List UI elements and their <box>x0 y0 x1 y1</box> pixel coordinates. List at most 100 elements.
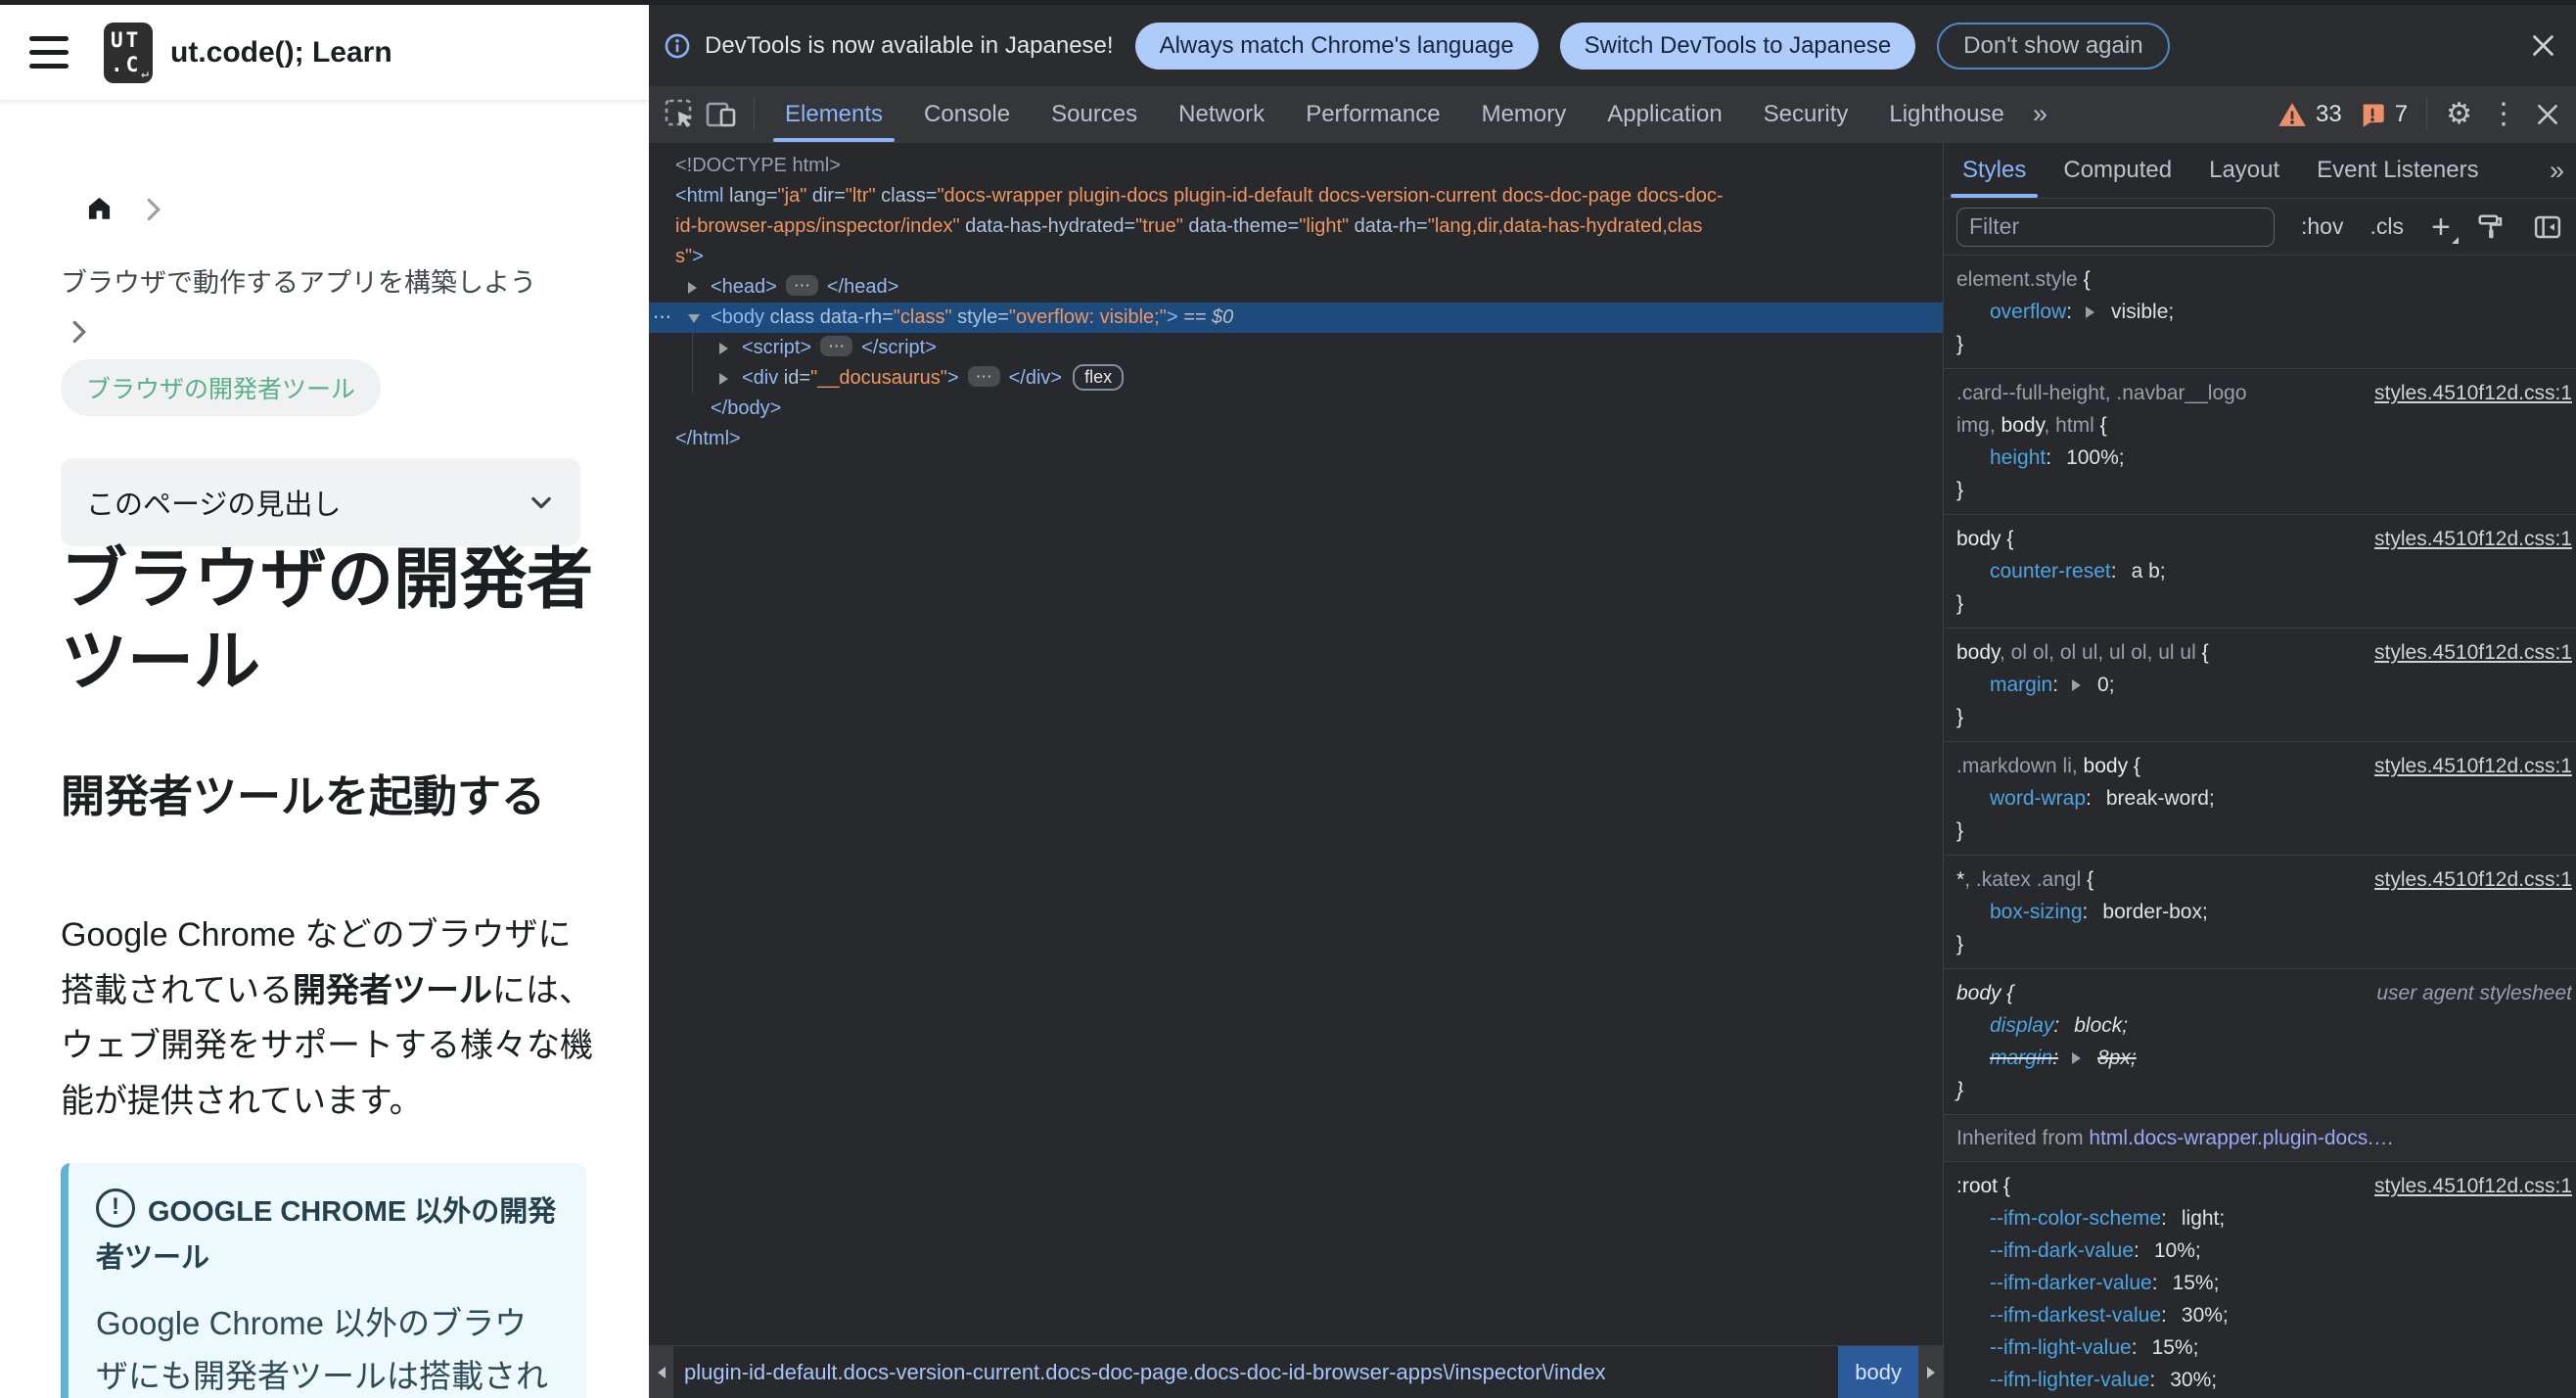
disclosure-right-icon[interactable] <box>688 282 697 294</box>
css-property[interactable]: box-sizing: border-box; <box>1944 896 2576 928</box>
dom-tree-row[interactable]: <!DOCTYPE html> <box>649 151 1943 181</box>
dom-tree-row[interactable]: id-browser-apps/inspector/index" data-ha… <box>649 211 1943 242</box>
css-property[interactable]: --ifm-color-scheme: light; <box>1944 1202 2576 1235</box>
breadcrumb-scroll-left-button[interactable] <box>649 1346 673 1398</box>
tab-sources[interactable]: Sources <box>1031 86 1158 142</box>
sidebar-tab-event-listeners[interactable]: Event Listeners <box>2298 143 2497 198</box>
rendering-brush-icon[interactable] <box>2476 212 2506 242</box>
dom-tree-row[interactable]: <head> ⋯ </head> <box>649 272 1943 303</box>
hamburger-menu-icon[interactable] <box>29 36 69 69</box>
breadcrumb-node-selected[interactable]: body <box>1838 1346 1918 1398</box>
sidebar-more-tabs-icon[interactable]: » <box>2550 156 2564 186</box>
disclosure-down-icon[interactable] <box>688 314 700 323</box>
toc-toggle-label: このページの見出し <box>86 489 342 521</box>
dom-tree-row[interactable]: </html> <box>649 424 1943 454</box>
notification-button-always-match-chrome-s-language[interactable]: Always match Chrome's language <box>1134 22 1539 70</box>
tab-memory[interactable]: Memory <box>1461 86 1587 142</box>
tab-network[interactable]: Network <box>1158 86 1285 142</box>
tab-application[interactable]: Application <box>1587 86 1742 142</box>
stylesheet-source-link[interactable]: styles.4510f12d.css:1 <box>2374 523 2572 555</box>
expand-ellipsis-button[interactable]: ⋯ <box>820 336 853 356</box>
tab-console[interactable]: Console <box>903 86 1031 142</box>
tab-elements[interactable]: Elements <box>764 86 903 142</box>
issues-icon[interactable] <box>2359 101 2386 128</box>
stylesheet-source-link[interactable]: styles.4510f12d.css:1 <box>2374 750 2572 782</box>
stylesheet-source-link[interactable]: styles.4510f12d.css:1 <box>2374 377 2572 409</box>
issue-count[interactable]: 7 <box>2395 101 2408 128</box>
warnings-icon[interactable] <box>2277 101 2307 128</box>
toggle-class[interactable]: .cls <box>2369 213 2404 240</box>
sidebar-tab-computed[interactable]: Computed <box>2045 143 2190 198</box>
flex-badge[interactable]: flex <box>1073 364 1125 391</box>
close-icon[interactable] <box>2530 32 2556 59</box>
dom-tree-row[interactable]: ⋯ <body class data-rh="class" style="over… <box>649 303 1943 333</box>
more-tabs-icon[interactable]: » <box>2033 99 2047 129</box>
css-rule: .markdown li, body {styles.4510f12d.css:… <box>1944 742 2576 856</box>
property-name: --ifm-dark-value <box>1990 1239 2135 1262</box>
sidebar-tab-layout[interactable]: Layout <box>2190 143 2298 198</box>
inherited-node-link[interactable]: html.docs-wrapper.plugin-docs.… <box>2089 1127 2394 1149</box>
code-segment: style= <box>951 306 1009 328</box>
stylesheet-source-link[interactable]: styles.4510f12d.css:1 <box>2374 1170 2572 1202</box>
new-style-rule-icon[interactable]: + <box>2431 210 2459 244</box>
kebab-menu-icon[interactable]: ⋮ <box>2489 99 2518 129</box>
toggle-hover-state[interactable]: :hov <box>2301 213 2343 240</box>
expand-value-icon[interactable] <box>2072 1052 2082 1064</box>
tab-performance[interactable]: Performance <box>1285 86 1460 142</box>
css-property[interactable]: --ifm-darkest-value: 30%; <box>1944 1299 2576 1331</box>
rule-close-brace: } <box>1956 706 1964 728</box>
property-name: --ifm-light-value <box>1990 1336 2132 1359</box>
css-property[interactable]: --ifm-light-value: 15%; <box>1944 1331 2576 1364</box>
dom-tree-row[interactable]: <script> ⋯ </script> <box>649 333 1943 363</box>
css-property[interactable]: --ifm-dark-value: 10%; <box>1944 1235 2576 1267</box>
stylesheet-source-link[interactable]: styles.4510f12d.css:1 <box>2374 863 2572 896</box>
device-toolbar-icon[interactable] <box>705 98 738 131</box>
property-colon: : <box>2149 1369 2156 1391</box>
site-logo[interactable]: UT .C ↵ <box>104 22 153 83</box>
inspect-element-icon[interactable] <box>664 98 697 131</box>
warning-count[interactable]: 33 <box>2316 101 2342 128</box>
home-icon[interactable] <box>86 195 113 221</box>
rule-selector[interactable]: img, body, html { <box>1944 409 2576 442</box>
tab-security[interactable]: Security <box>1743 86 1869 142</box>
expand-value-icon[interactable] <box>2086 306 2095 318</box>
toc-toggle[interactable]: このページの見出し <box>61 458 580 546</box>
stylesheet-source-link[interactable]: styles.4510f12d.css:1 <box>2374 636 2572 669</box>
notification-button-don-t-show-again[interactable]: Don't show again <box>1937 22 2170 70</box>
expand-value-icon[interactable] <box>2072 679 2082 691</box>
breadcrumb-item-current[interactable]: ブラウザの開発者ツール <box>61 359 382 416</box>
selector-segment: img, <box>1956 414 2001 437</box>
css-property[interactable]: margin: 8px; <box>1944 1042 2576 1074</box>
css-property[interactable]: --ifm-lighter-value: 30%; <box>1944 1364 2576 1396</box>
css-property[interactable]: counter-reset: a b; <box>1944 555 2576 587</box>
css-property[interactable]: --ifm-darker-value: 15%; <box>1944 1267 2576 1299</box>
settings-gear-icon[interactable]: ⚙ <box>2446 99 2472 129</box>
css-property[interactable]: margin: 0; <box>1944 669 2576 701</box>
tab-lighthouse[interactable]: Lighthouse <box>1868 86 2024 142</box>
disclosure-right-icon[interactable] <box>719 373 728 385</box>
dom-tree-row[interactable]: s"> <box>649 242 1943 272</box>
expand-ellipsis-button[interactable]: ⋯ <box>785 275 818 296</box>
css-property[interactable]: word-wrap: break-word; <box>1944 782 2576 815</box>
css-property[interactable]: overflow: visible; <box>1944 296 2576 328</box>
dom-tree-row[interactable]: <html lang="ja" dir="ltr" class="docs-wr… <box>649 181 1943 211</box>
breadcrumb-scroll-right-button[interactable] <box>1918 1346 1943 1398</box>
close-devtools-icon[interactable] <box>2535 102 2560 127</box>
breadcrumb-item-course[interactable]: ブラウザで動作するアプリを構築しよう <box>61 261 536 300</box>
code-segment: data-has-hydrated= <box>959 215 1136 237</box>
expand-ellipsis-button[interactable]: ⋯ <box>967 366 1000 387</box>
styles-filter-input[interactable] <box>1956 207 2275 247</box>
notification-button-switch-devtools-to-japanese[interactable]: Switch DevTools to Japanese <box>1559 22 1916 70</box>
css-property[interactable]: height: 100%; <box>1944 442 2576 474</box>
rule-selector[interactable]: element.style { <box>1944 263 2576 296</box>
row-options-icon[interactable]: ⋯ <box>653 303 672 333</box>
disclosure-right-icon[interactable] <box>719 343 728 354</box>
dom-tree-row[interactable]: </body> <box>649 394 1943 424</box>
selector-segment: body <box>2001 414 2045 437</box>
dom-tree-row[interactable]: <div id="__docusaurus"> ⋯ </div> flex <box>649 363 1943 394</box>
site-title[interactable]: ut.code(); Learn <box>170 36 392 70</box>
sidebar-tab-styles[interactable]: Styles <box>1944 143 2045 198</box>
panel-toggle-icon[interactable] <box>2533 212 2562 242</box>
css-property[interactable]: display: block; <box>1944 1009 2576 1042</box>
breadcrumb-node-path[interactable]: plugin-id-default.docs-version-current.d… <box>684 1346 1838 1398</box>
